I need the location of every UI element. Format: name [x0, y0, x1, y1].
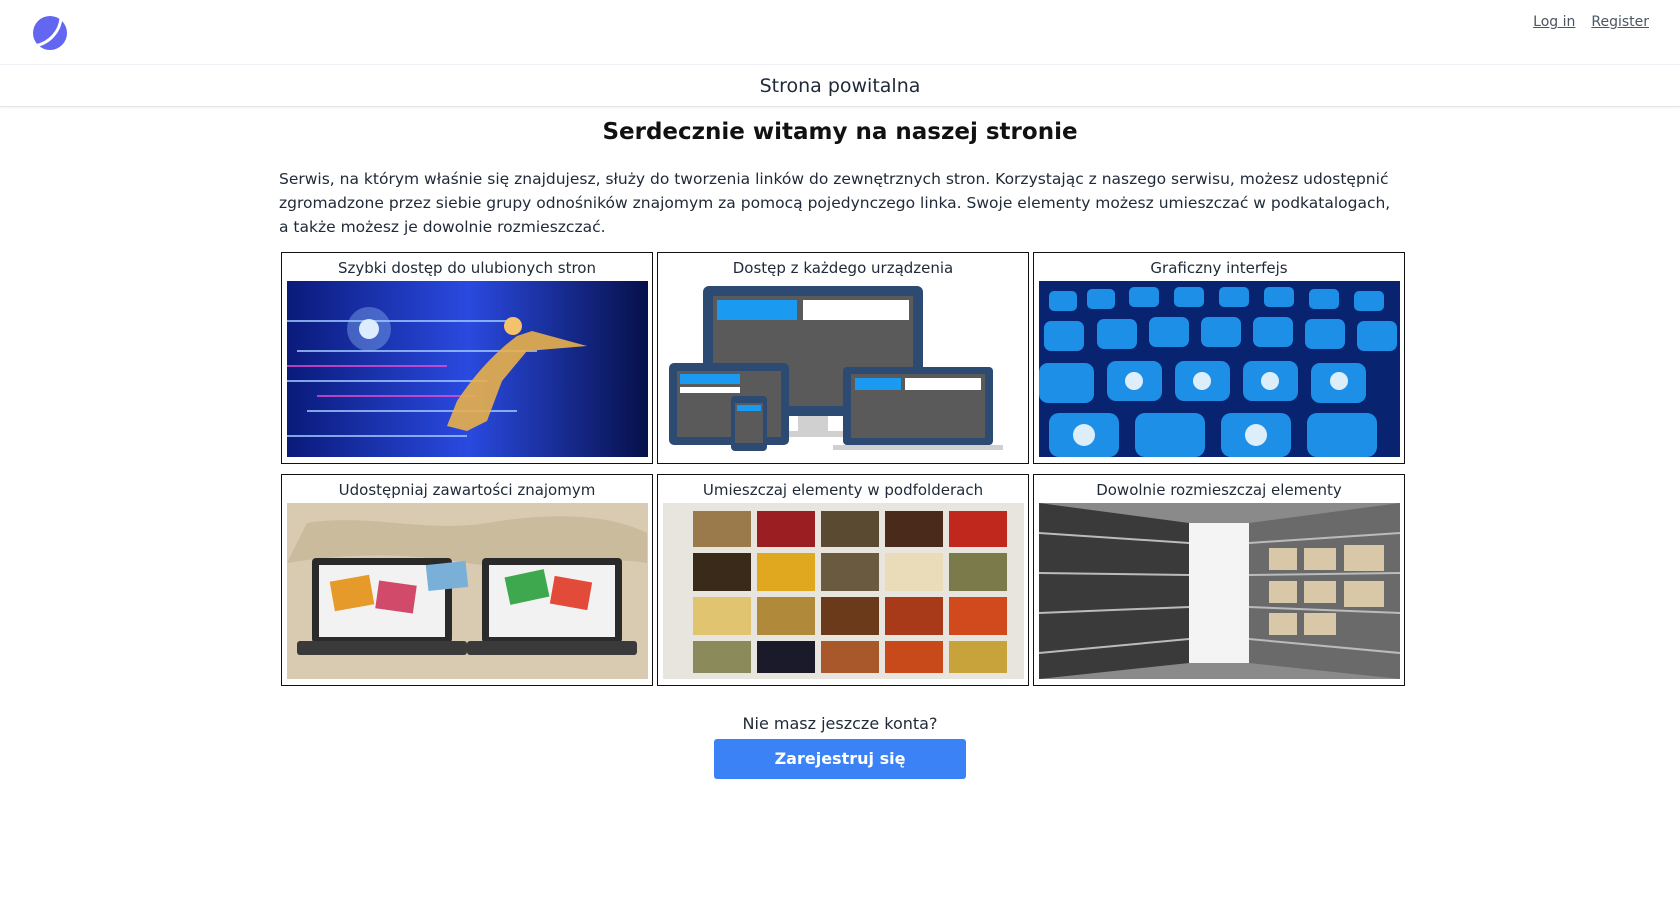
devices-image — [663, 281, 1024, 457]
feature-card-arrange: Dowolnie rozmieszczaj elementy — [1033, 474, 1405, 686]
feature-card-subfolders: Umieszczaj elementy w podfolderach — [657, 474, 1029, 686]
feature-title: Udostępniaj zawartości znajomym — [338, 481, 596, 499]
no-account-text: Nie masz jeszcze konta? — [742, 714, 938, 733]
intro-paragraph: Serwis, na którym właśnie się znajdujesz… — [279, 170, 1391, 236]
speed-hero-image — [287, 281, 648, 457]
login-link[interactable]: Log in — [1533, 14, 1575, 30]
feature-title: Umieszczaj elementy w podfolderach — [702, 481, 984, 499]
feature-title: Dostęp z każdego urządzenia — [732, 259, 954, 277]
feature-card-sharing: Udostępniaj zawartości znajomym — [281, 474, 653, 686]
page-title-bar: Strona powitalna — [0, 64, 1680, 107]
site-logo-icon[interactable] — [30, 13, 70, 53]
main-content: Serdecznie witamy na naszej stronie Serw… — [279, 115, 1405, 779]
top-navbar: Log in Register — [0, 0, 1680, 64]
feature-title: Szybki dostęp do ulubionych stron — [338, 259, 596, 277]
auth-links: Log in Register — [1533, 14, 1649, 30]
feature-title: Graficzny interfejs — [1150, 259, 1288, 277]
feature-card-interface: Graficzny interfejs — [1033, 252, 1405, 464]
register-button[interactable]: Zarejestruj się — [714, 739, 966, 779]
feature-card-speed: Szybki dostęp do ulubionych stron — [281, 252, 653, 464]
feature-title: Dowolnie rozmieszczaj elementy — [1096, 481, 1342, 499]
app-icons-image — [1039, 281, 1400, 457]
register-link[interactable]: Register — [1591, 14, 1649, 30]
laptops-sharing-image — [287, 503, 648, 679]
page-title: Strona powitalna — [759, 74, 921, 97]
register-cta: Nie masz jeszcze konta? Zarejestruj się — [279, 714, 1401, 779]
feature-card-devices: Dostęp z każdego urządzenia — [657, 252, 1029, 464]
spice-box-image — [663, 503, 1024, 679]
welcome-heading: Serdecznie witamy na naszej stronie — [602, 119, 1078, 145]
archive-shelves-image — [1039, 503, 1400, 679]
feature-grid: Szybki dostęp do ulubionych stron Dostęp… — [281, 252, 1405, 686]
